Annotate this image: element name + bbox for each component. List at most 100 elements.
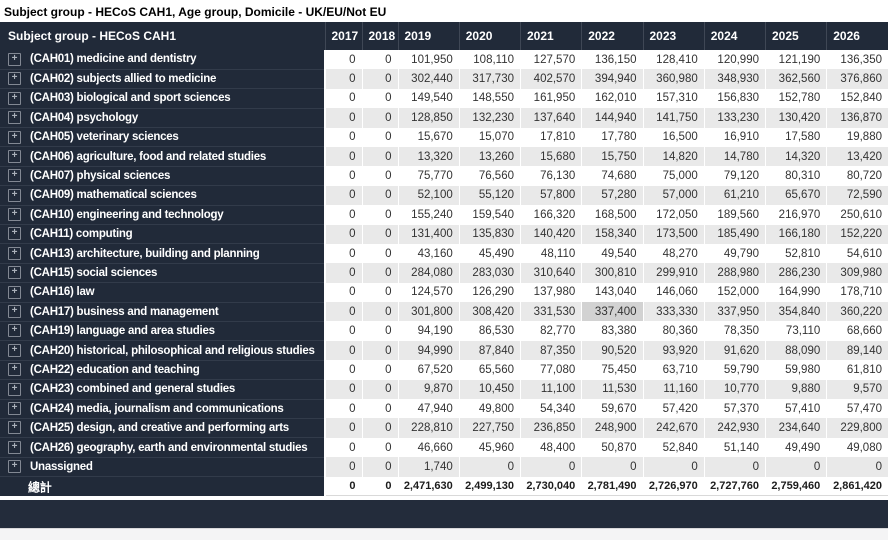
total-row-label[interactable]: 總計: [0, 477, 325, 496]
value-cell[interactable]: 52,810: [766, 244, 827, 263]
value-cell[interactable]: 11,530: [582, 380, 643, 399]
value-cell[interactable]: 155,240: [398, 205, 459, 224]
value-cell[interactable]: 185,490: [704, 225, 765, 244]
value-cell[interactable]: 52,840: [643, 438, 704, 457]
value-cell[interactable]: 130,420: [766, 108, 827, 127]
value-cell[interactable]: 149,540: [398, 89, 459, 108]
value-cell[interactable]: 0: [325, 225, 362, 244]
value-cell[interactable]: 0: [325, 457, 362, 476]
value-cell[interactable]: 376,860: [827, 69, 888, 88]
value-cell[interactable]: 132,230: [459, 108, 520, 127]
row-label[interactable]: +(CAH07) physical sciences: [0, 166, 325, 185]
value-cell[interactable]: 43,160: [398, 244, 459, 263]
value-cell[interactable]: 0: [362, 263, 398, 282]
value-cell[interactable]: 59,670: [582, 399, 643, 418]
value-cell[interactable]: 0: [827, 457, 888, 476]
value-cell[interactable]: 360,220: [827, 302, 888, 321]
value-cell[interactable]: 14,820: [643, 147, 704, 166]
value-cell[interactable]: 75,000: [643, 166, 704, 185]
value-cell[interactable]: 67,520: [398, 360, 459, 379]
expand-plus-icon[interactable]: +: [8, 208, 21, 221]
row-label[interactable]: +(CAH13) architecture, building and plan…: [0, 244, 325, 263]
value-cell[interactable]: 228,810: [398, 418, 459, 437]
value-cell[interactable]: 0: [362, 147, 398, 166]
total-cell[interactable]: 0: [325, 477, 362, 496]
value-cell[interactable]: 11,100: [521, 380, 582, 399]
value-cell[interactable]: 61,210: [704, 186, 765, 205]
value-cell[interactable]: 17,580: [766, 128, 827, 147]
value-cell[interactable]: 284,080: [398, 263, 459, 282]
value-cell[interactable]: 136,350: [827, 50, 888, 69]
value-cell[interactable]: 317,730: [459, 69, 520, 88]
value-cell[interactable]: 0: [325, 302, 362, 321]
value-cell[interactable]: 227,750: [459, 418, 520, 437]
expand-plus-icon[interactable]: +: [8, 150, 21, 163]
value-cell[interactable]: 0: [362, 360, 398, 379]
value-cell[interactable]: 0: [362, 283, 398, 302]
value-cell[interactable]: 0: [643, 457, 704, 476]
value-cell[interactable]: 89,140: [827, 341, 888, 360]
value-cell[interactable]: 11,160: [643, 380, 704, 399]
value-cell[interactable]: 0: [766, 457, 827, 476]
value-cell[interactable]: 83,380: [582, 321, 643, 340]
expand-plus-icon[interactable]: +: [8, 247, 21, 260]
value-cell[interactable]: 0: [325, 263, 362, 282]
value-cell[interactable]: 337,950: [704, 302, 765, 321]
value-cell[interactable]: 13,320: [398, 147, 459, 166]
value-cell[interactable]: 0: [362, 302, 398, 321]
value-cell[interactable]: 82,770: [521, 321, 582, 340]
value-cell[interactable]: 143,040: [582, 283, 643, 302]
total-cell[interactable]: 2,499,130: [459, 477, 520, 496]
column-header-year-2019[interactable]: 2019: [398, 22, 459, 50]
value-cell[interactable]: 0: [325, 418, 362, 437]
value-cell[interactable]: 15,750: [582, 147, 643, 166]
value-cell[interactable]: 126,290: [459, 283, 520, 302]
value-cell[interactable]: 172,050: [643, 205, 704, 224]
value-cell[interactable]: 137,980: [521, 283, 582, 302]
value-cell[interactable]: 57,420: [643, 399, 704, 418]
value-cell[interactable]: 13,420: [827, 147, 888, 166]
value-cell[interactable]: 146,060: [643, 283, 704, 302]
value-cell[interactable]: 156,830: [704, 89, 765, 108]
value-cell[interactable]: 135,830: [459, 225, 520, 244]
value-cell[interactable]: 394,940: [582, 69, 643, 88]
value-cell[interactable]: 63,710: [643, 360, 704, 379]
value-cell[interactable]: 0: [582, 457, 643, 476]
value-cell[interactable]: 0: [325, 360, 362, 379]
value-cell[interactable]: 73,110: [766, 321, 827, 340]
value-cell[interactable]: 10,770: [704, 380, 765, 399]
value-cell[interactable]: 0: [362, 341, 398, 360]
value-cell[interactable]: 152,220: [827, 225, 888, 244]
value-cell[interactable]: 0: [521, 457, 582, 476]
value-cell[interactable]: 360,980: [643, 69, 704, 88]
value-cell[interactable]: 0: [325, 341, 362, 360]
expand-plus-icon[interactable]: +: [8, 421, 21, 434]
value-cell[interactable]: 124,570: [398, 283, 459, 302]
value-cell[interactable]: 55,120: [459, 186, 520, 205]
value-cell[interactable]: 136,870: [827, 108, 888, 127]
value-cell[interactable]: 0: [325, 244, 362, 263]
value-cell[interactable]: 248,900: [582, 418, 643, 437]
value-cell[interactable]: 76,560: [459, 166, 520, 185]
value-cell[interactable]: 48,400: [521, 438, 582, 457]
value-cell[interactable]: 72,590: [827, 186, 888, 205]
expand-plus-icon[interactable]: +: [8, 460, 21, 473]
value-cell[interactable]: 348,930: [704, 69, 765, 88]
value-cell[interactable]: 157,310: [643, 89, 704, 108]
value-cell[interactable]: 288,980: [704, 263, 765, 282]
value-cell[interactable]: 9,870: [398, 380, 459, 399]
value-cell[interactable]: 57,800: [521, 186, 582, 205]
expand-plus-icon[interactable]: +: [8, 441, 21, 454]
value-cell[interactable]: 121,190: [766, 50, 827, 69]
expand-plus-icon[interactable]: +: [8, 344, 21, 357]
value-cell[interactable]: 14,320: [766, 147, 827, 166]
value-cell[interactable]: 48,110: [521, 244, 582, 263]
value-cell[interactable]: 0: [362, 186, 398, 205]
value-cell[interactable]: 16,500: [643, 128, 704, 147]
row-label[interactable]: +(CAH11) computing: [0, 225, 325, 244]
value-cell[interactable]: 0: [325, 380, 362, 399]
value-cell[interactable]: 16,910: [704, 128, 765, 147]
value-cell[interactable]: 229,800: [827, 418, 888, 437]
value-cell[interactable]: 57,470: [827, 399, 888, 418]
expand-plus-icon[interactable]: +: [8, 305, 21, 318]
